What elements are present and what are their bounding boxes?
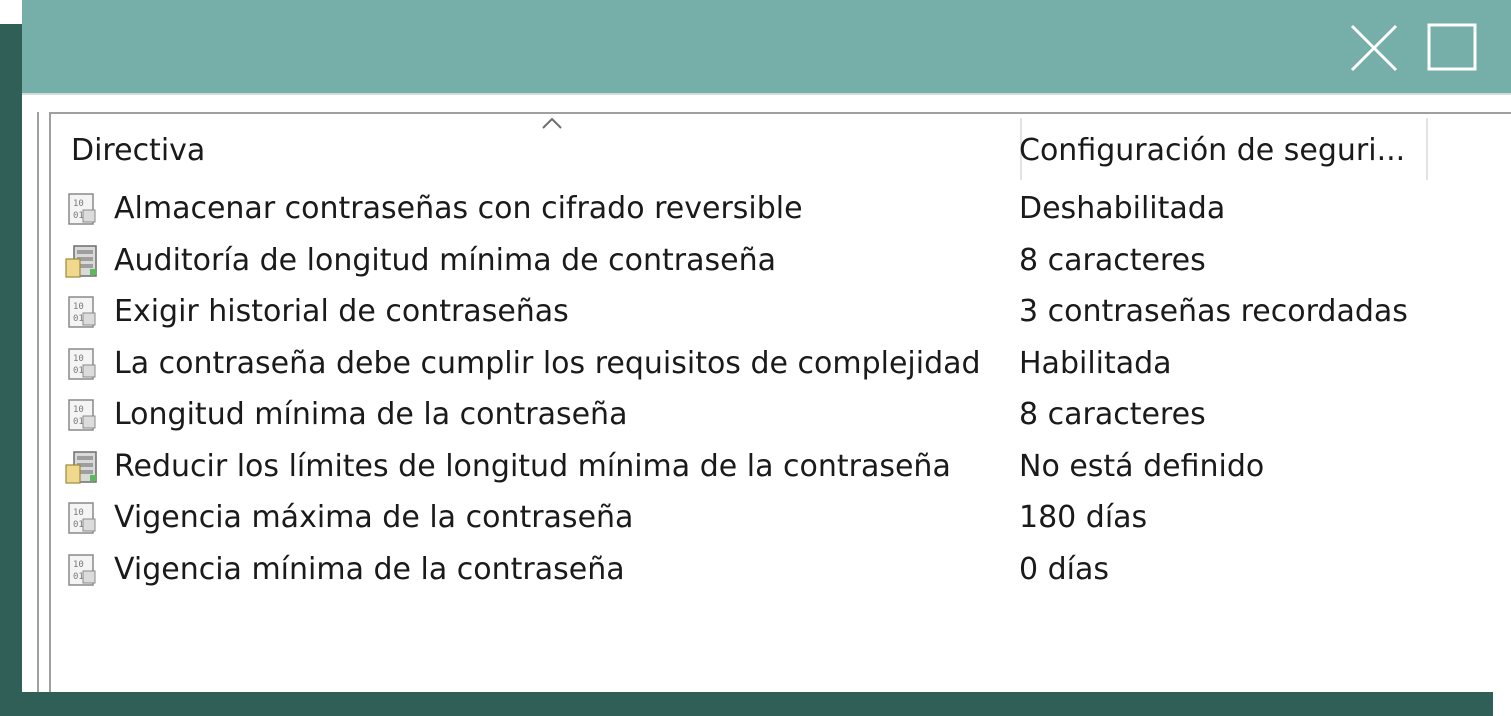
svg-text:10: 10 — [73, 302, 84, 312]
list-item[interactable]: Reducir los límites de longitud mínima d… — [51, 441, 1511, 493]
close-button[interactable] — [1346, 22, 1402, 74]
list-item[interactable]: 10 01 Longitud mínima de la contraseña 8… — [51, 389, 1511, 441]
list-item[interactable]: 10 01 Exigir historial de contraseñas 3 … — [51, 286, 1511, 338]
list-header: Directiva Configuración de seguri... — [51, 114, 1511, 182]
svg-text:10: 10 — [73, 405, 84, 415]
svg-text:01: 01 — [73, 572, 84, 582]
policy-value: Habilitada — [1019, 345, 1172, 381]
svg-text:10: 10 — [73, 199, 84, 209]
policy-server-icon — [65, 244, 97, 278]
maximize-button[interactable] — [1426, 22, 1478, 72]
title-bar-divider — [22, 93, 1511, 95]
policy-value: No está definido — [1019, 448, 1265, 484]
svg-text:01: 01 — [73, 366, 84, 376]
svg-text:01: 01 — [73, 520, 84, 530]
policy-value: 0 días — [1019, 551, 1110, 587]
policy-name: La contraseña debe cumplir los requisito… — [114, 345, 981, 381]
svg-text:10: 10 — [73, 354, 84, 364]
policy-name: Auditoría de longitud mínima de contrase… — [114, 242, 777, 278]
svg-text:10: 10 — [73, 508, 84, 518]
policy-server-icon — [65, 450, 97, 484]
policy-value: 180 días — [1019, 500, 1148, 536]
list-item[interactable]: 10 01 La contraseña debe cumplir los req… — [51, 338, 1511, 390]
policy-value: 8 caracteres — [1019, 242, 1206, 278]
maximize-icon — [1427, 23, 1477, 71]
list-item[interactable]: 10 01 Vigencia máxima de la contraseña 1… — [51, 492, 1511, 544]
list-item[interactable]: 10 01 Vigencia mínima de la contraseña 0… — [51, 544, 1511, 596]
list-item[interactable]: Auditoría de longitud mínima de contrase… — [51, 235, 1511, 287]
policy-value: 3 contraseñas recordadas — [1019, 294, 1408, 330]
policy-name: Longitud mínima de la contraseña — [114, 397, 628, 433]
svg-text:01: 01 — [73, 314, 84, 324]
column-divider[interactable] — [1426, 118, 1428, 180]
svg-text:01: 01 — [73, 211, 84, 221]
close-icon — [1350, 24, 1398, 72]
policy-value: 8 caracteres — [1019, 397, 1206, 433]
policy-name: Exigir historial de contraseñas — [114, 294, 569, 330]
policy-doc-icon: 10 01 — [68, 296, 96, 328]
policy-list: 10 01 Almacenar contraseñas con cifrado … — [51, 183, 1511, 595]
policy-doc-icon: 10 01 — [68, 347, 96, 380]
policy-doc-icon: 10 01 — [68, 193, 96, 225]
policy-value: Deshabilitada — [1019, 191, 1226, 227]
svg-text:10: 10 — [73, 560, 84, 570]
policy-name: Vigencia mínima de la contraseña — [114, 551, 625, 587]
svg-text:01: 01 — [73, 417, 84, 427]
policy-doc-icon: 10 01 — [68, 502, 96, 534]
column-header-directiva[interactable]: Directiva — [71, 114, 1021, 182]
pane-border-left — [37, 112, 39, 692]
policy-name: Vigencia máxima de la contraseña — [114, 500, 634, 536]
policy-doc-icon: 10 01 — [68, 399, 96, 431]
policy-name: Almacenar contraseñas con cifrado revers… — [114, 191, 803, 227]
window-shadow-left — [0, 24, 22, 716]
window-shadow-bottom — [0, 692, 1493, 716]
policy-window: Directiva Configuración de seguri... 10 … — [22, 0, 1511, 692]
policy-name: Reducir los límites de longitud mínima d… — [114, 448, 951, 484]
column-header-configuracion[interactable]: Configuración de seguri... — [1019, 114, 1419, 182]
list-item[interactable]: 10 01 Almacenar contraseñas con cifrado … — [51, 183, 1511, 235]
title-bar[interactable] — [22, 0, 1511, 93]
policy-doc-icon: 10 01 — [68, 553, 96, 586]
